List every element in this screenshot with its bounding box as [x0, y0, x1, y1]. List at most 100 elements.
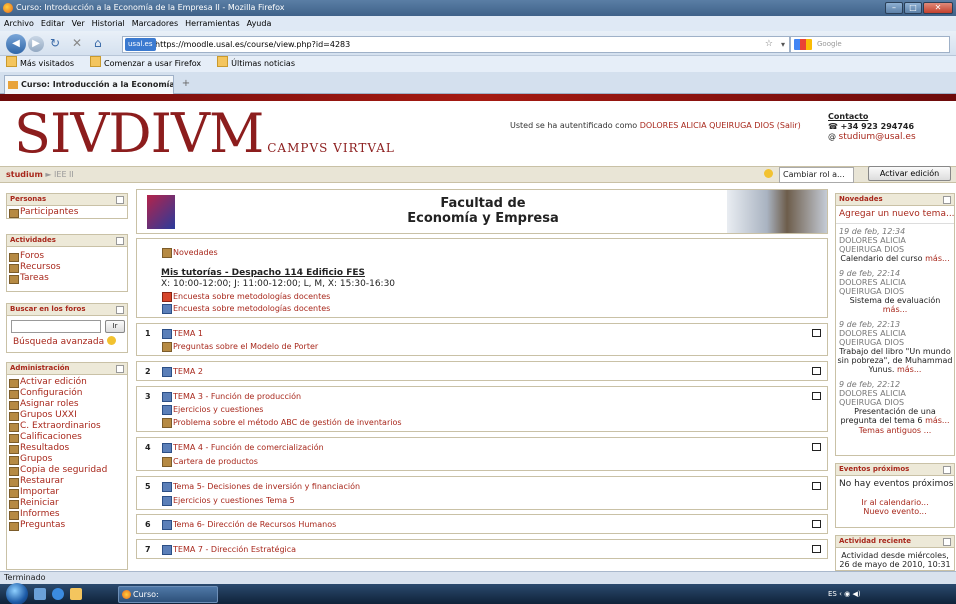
- cartera-productos-link[interactable]: Cartera de productos: [161, 456, 258, 467]
- highlight-section-toggle[interactable]: [812, 329, 821, 337]
- explorer-icon[interactable]: [70, 588, 82, 600]
- start-button[interactable]: [6, 583, 28, 604]
- language-indicator[interactable]: ES: [828, 590, 837, 598]
- stop-icon[interactable]: ✕: [72, 36, 82, 50]
- url-dropdown-icon[interactable]: ▾: [781, 37, 785, 52]
- bookmark-star-icon[interactable]: ☆: [765, 37, 773, 52]
- admin-grupos[interactable]: Grupos: [7, 454, 127, 465]
- search-box[interactable]: Google: [790, 36, 950, 53]
- site-identity-badge[interactable]: usal.es: [125, 38, 156, 51]
- highlight-section-toggle[interactable]: [812, 443, 821, 451]
- tema1-link[interactable]: TEMA 1: [161, 328, 203, 339]
- menu-marcadores[interactable]: Marcadores: [132, 16, 178, 31]
- show-desktop-icon[interactable]: [34, 588, 46, 600]
- admin-grupos-uxxi[interactable]: Grupos UXXI: [7, 410, 127, 421]
- breadcrumb-home[interactable]: studium: [6, 170, 43, 179]
- help-icon[interactable]: [107, 336, 117, 345]
- novedades-forum-link[interactable]: Novedades: [161, 247, 218, 258]
- admin-extraordinarios[interactable]: C. Extraordinarios: [7, 421, 127, 432]
- tema5-link[interactable]: Tema 5- Decisiones de inversión y financ…: [161, 481, 360, 492]
- abc-problem-link[interactable]: Problema sobre el método ABC de gestión …: [161, 417, 402, 428]
- block-reciente-title[interactable]: Actividad reciente: [836, 536, 954, 548]
- address-bar[interactable]: usal.es https://moodle.usal.es/course/vi…: [122, 36, 790, 53]
- news-more-link[interactable]: más...: [925, 416, 950, 425]
- menu-herramientas[interactable]: Herramientas: [185, 16, 240, 31]
- encuesta-link-2[interactable]: Encuesta sobre metodologías docentes: [161, 303, 330, 314]
- block-novedades-title[interactable]: Novedades: [836, 194, 954, 206]
- bookmark-ultimas-noticias[interactable]: Últimas noticias: [217, 56, 295, 72]
- highlight-section-toggle[interactable]: [812, 367, 821, 375]
- minimize-button[interactable]: –: [885, 2, 903, 14]
- tema7-link[interactable]: TEMA 7 - Dirección Estratégica: [161, 544, 296, 555]
- menu-archivo[interactable]: Archivo: [4, 16, 34, 31]
- tray-volume-icon[interactable]: ◀): [852, 590, 860, 598]
- tray-network-icon[interactable]: ◉: [844, 590, 850, 598]
- participantes-link[interactable]: Participantes: [7, 207, 127, 218]
- forward-button[interactable]: ▶: [28, 36, 44, 52]
- busqueda-avanzada-link[interactable]: Búsqueda avanzada: [13, 336, 117, 347]
- menu-ayuda[interactable]: Ayuda: [247, 16, 272, 31]
- google-icon[interactable]: [794, 39, 812, 50]
- foros-link[interactable]: Foros: [7, 251, 127, 262]
- block-eventos-title[interactable]: Eventos próximos: [836, 464, 954, 476]
- user-link[interactable]: DOLORES ALICIA QUEIRUGA DIOS: [640, 121, 775, 130]
- admin-importar[interactable]: Importar: [7, 487, 127, 498]
- admin-restaurar[interactable]: Restaurar: [7, 476, 127, 487]
- add-topic-link[interactable]: Agregar un nuevo tema...: [836, 206, 954, 220]
- admin-reiniciar[interactable]: Reiniciar: [7, 498, 127, 509]
- admin-configuracion[interactable]: Configuración: [7, 388, 127, 399]
- admin-asignar-roles[interactable]: Asignar roles: [7, 399, 127, 410]
- ie-icon[interactable]: [52, 588, 64, 600]
- highlight-section-toggle[interactable]: [812, 392, 821, 400]
- recursos-link[interactable]: Recursos: [7, 262, 127, 273]
- block-administracion-title[interactable]: Administración: [7, 363, 127, 375]
- bookmark-comenzar[interactable]: Comenzar a usar Firefox: [90, 56, 201, 72]
- close-window-button[interactable]: ✕: [923, 2, 953, 14]
- logout-link[interactable]: (Salir): [777, 121, 801, 130]
- highlight-section-toggle[interactable]: [812, 482, 821, 490]
- help-icon[interactable]: [764, 169, 773, 178]
- forum-search-input[interactable]: [11, 320, 101, 333]
- admin-informes[interactable]: Informes: [7, 509, 127, 520]
- admin-copia-seguridad[interactable]: Copia de seguridad: [7, 465, 127, 476]
- menu-editar[interactable]: Editar: [41, 16, 65, 31]
- calendar-link[interactable]: Ir al calendario...: [861, 498, 928, 507]
- studium-logo[interactable]: SIVDIVM CAMPVS VIRTVAL: [14, 104, 395, 164]
- new-event-link[interactable]: Nuevo evento...: [863, 507, 926, 516]
- tareas-link[interactable]: Tareas: [7, 273, 127, 284]
- admin-preguntas[interactable]: Preguntas: [7, 520, 127, 531]
- highlight-section-toggle[interactable]: [812, 545, 821, 553]
- block-personas-title[interactable]: Personas: [7, 194, 127, 206]
- role-select[interactable]: Cambiar rol a...: [779, 167, 854, 183]
- tab-curso[interactable]: Curso: Introducción a la Economía de ...: [4, 75, 174, 94]
- tema3-link[interactable]: TEMA 3 - Función de producción: [161, 391, 301, 402]
- activar-edicion-button[interactable]: Activar edición: [868, 166, 951, 181]
- tema4-link[interactable]: TEMA 4 - Función de comercialización: [161, 442, 324, 453]
- porter-questions-link[interactable]: Preguntas sobre el Modelo de Porter: [161, 341, 318, 352]
- block-buscar-title[interactable]: Buscar en los foros: [7, 304, 127, 316]
- news-more-link[interactable]: más...: [883, 305, 908, 314]
- admin-activar-edicion[interactable]: Activar edición: [7, 377, 127, 388]
- tema2-link[interactable]: TEMA 2: [161, 366, 203, 377]
- block-actividades-title[interactable]: Actividades: [7, 235, 127, 247]
- tema6-link[interactable]: Tema 6- Dirección de Recursos Humanos: [161, 519, 336, 530]
- highlight-section-toggle[interactable]: [812, 520, 821, 528]
- menu-ver[interactable]: Ver: [72, 16, 85, 31]
- menu-historial[interactable]: Historial: [92, 16, 125, 31]
- encuesta-link-1[interactable]: Encuesta sobre metodologías docentes: [161, 291, 330, 302]
- older-topics-link[interactable]: Temas antiguos ...: [859, 426, 932, 435]
- back-button[interactable]: ◀: [6, 34, 26, 54]
- ejercicios-link[interactable]: Ejercicios y cuestiones: [161, 404, 263, 415]
- news-more-link[interactable]: más...: [897, 365, 922, 374]
- new-tab-button[interactable]: +: [178, 77, 194, 92]
- admin-calificaciones[interactable]: Calificaciones: [7, 432, 127, 443]
- admin-resultados[interactable]: Resultados: [7, 443, 127, 454]
- bookmark-mas-visitados[interactable]: Más visitados: [6, 56, 74, 72]
- forum-search-go-button[interactable]: Ir: [105, 320, 125, 333]
- news-more-link[interactable]: más...: [925, 254, 950, 263]
- maximize-button[interactable]: □: [904, 2, 922, 14]
- ejercicios-tema5-link[interactable]: Ejercicios y cuestiones Tema 5: [161, 495, 295, 506]
- contact-email[interactable]: studium@usal.es: [839, 132, 916, 142]
- taskbar-firefox-task[interactable]: Curso: Introducción...: [118, 586, 218, 603]
- home-icon[interactable]: ⌂: [94, 36, 102, 50]
